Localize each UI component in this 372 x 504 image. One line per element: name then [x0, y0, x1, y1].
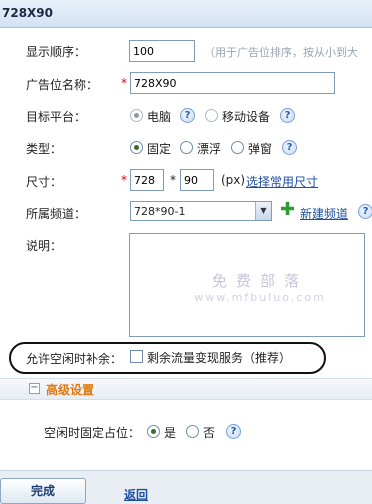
size-times-sign: *: [170, 173, 176, 187]
platform-pc-label: 电脑: [147, 110, 172, 124]
idle-fill-checkbox[interactable]: [130, 350, 143, 363]
description-label: 说明：: [26, 239, 63, 253]
choose-common-size-link[interactable]: 选择常用尺寸: [246, 173, 318, 190]
type-float-label: 漂浮: [197, 142, 222, 156]
channel-label: 所属频道：: [26, 207, 87, 221]
display-order-hint: （用于广告位排序，按从小到大: [204, 46, 358, 59]
advanced-section-title[interactable]: 高级设置: [46, 381, 94, 398]
idle-fixed-yes-radio[interactable]: [147, 425, 160, 438]
type-label: 类型：: [26, 142, 63, 156]
idle-fill-checkbox-label: 剩余流量变现服务（推荐）: [147, 351, 292, 365]
platform-pc-radio[interactable]: [130, 109, 143, 122]
idle-fixed-no-label: 否: [203, 426, 216, 440]
platform-pc-help-icon[interactable]: ?: [180, 108, 195, 123]
type-popup-label: 弹窗: [248, 142, 273, 156]
type-float-radio[interactable]: [180, 141, 193, 154]
channel-select-value: 728*90-1: [134, 205, 186, 218]
platform-label: 目标平台：: [26, 110, 87, 124]
size-unit: (px): [221, 173, 246, 187]
idle-fixed-label: 空闲时固定占位：: [44, 426, 141, 440]
type-fixed-radio[interactable]: [130, 141, 143, 154]
type-help-icon[interactable]: ?: [282, 140, 297, 155]
size-width-input[interactable]: 728: [130, 169, 164, 191]
watermark-line2: www.mfbuluo.com: [194, 291, 326, 304]
size-height-input[interactable]: 90: [180, 169, 214, 191]
type-popup-radio[interactable]: [231, 141, 244, 154]
chevron-down-icon[interactable]: ▼: [255, 202, 271, 220]
submit-button[interactable]: 完成: [0, 478, 86, 504]
idle-fixed-yes-label: 是: [164, 426, 177, 440]
display-order-input[interactable]: 100: [129, 40, 195, 62]
ad-name-required-mark: *: [121, 76, 127, 90]
idle-fixed-no-radio[interactable]: [186, 425, 199, 438]
platform-mobile-radio[interactable]: [205, 109, 218, 122]
new-channel-link[interactable]: 新建频道: [300, 205, 348, 222]
size-required-mark: *: [121, 173, 127, 187]
idle-fixed-help-icon[interactable]: ?: [226, 424, 241, 439]
watermark: 免费部落 www.mfbuluo.com: [190, 270, 330, 304]
channel-select[interactable]: 728*90-1 ▼: [130, 201, 272, 221]
back-link[interactable]: 返回: [124, 486, 148, 503]
display-order-label: 显示顺序：: [26, 45, 87, 59]
watermark-line1: 免费部落: [211, 272, 308, 290]
platform-mobile-help-icon[interactable]: ?: [280, 108, 295, 123]
collapse-icon[interactable]: −: [29, 383, 40, 394]
channel-help-icon[interactable]: ?: [358, 204, 372, 219]
size-label: 尺寸：: [26, 175, 63, 189]
idle-fill-label: 允许空闲时补余：: [26, 352, 123, 366]
ad-name-label: 广告位名称：: [26, 78, 99, 92]
type-fixed-label: 固定: [147, 142, 172, 156]
window-title: 728X90: [0, 0, 372, 28]
add-icon[interactable]: ✚: [280, 201, 295, 219]
platform-mobile-label: 移动设备: [222, 110, 271, 124]
ad-name-input[interactable]: 728X90: [130, 72, 335, 94]
